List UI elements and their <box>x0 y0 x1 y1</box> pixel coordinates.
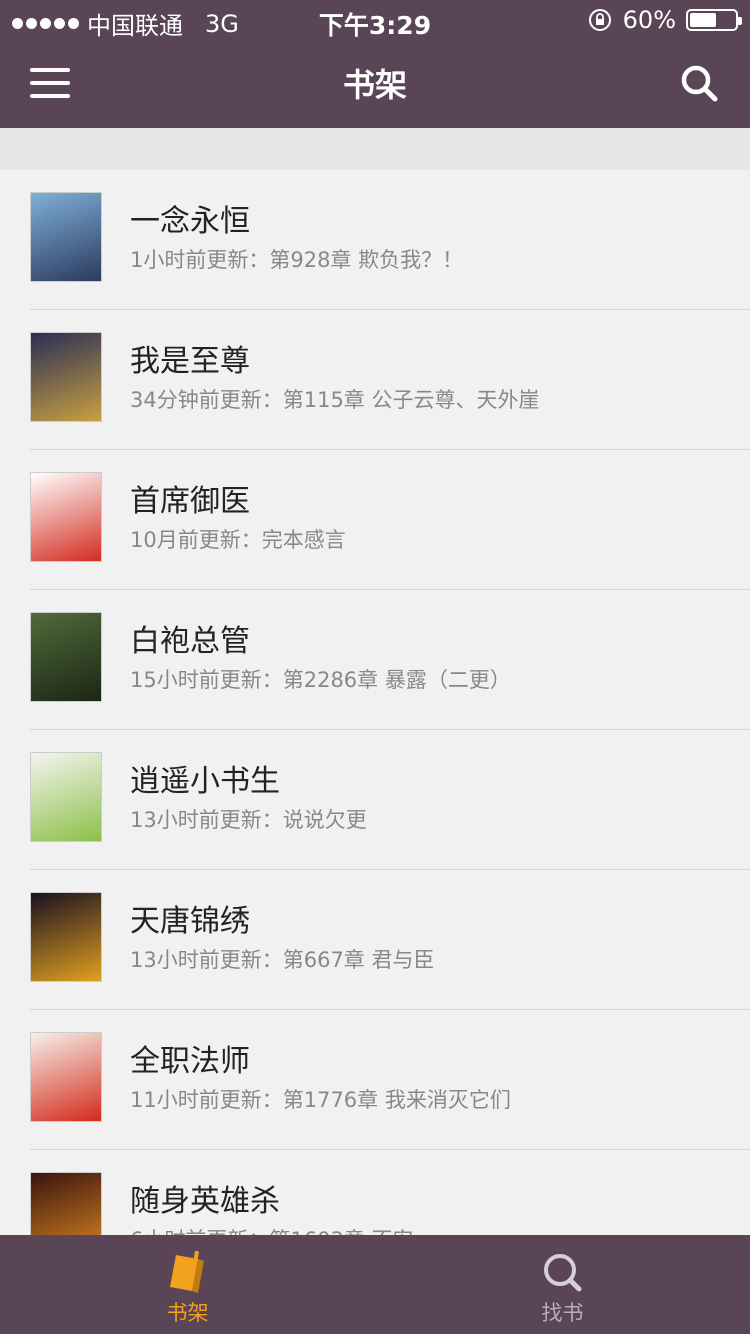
book-cover <box>30 612 102 702</box>
tab-bookshelf[interactable]: 书架 <box>0 1235 375 1334</box>
book-row[interactable]: 我是至尊 34分钟前更新：第115章 公子云尊、天外崖 <box>0 310 750 450</box>
battery-fill <box>690 13 717 27</box>
book-row[interactable]: 逍遥小书生 13小时前更新：说说欠更 <box>0 730 750 870</box>
book-cover <box>30 1032 102 1122</box>
book-update-info: 11小时前更新：第1776章 我来消灭它们 <box>130 1088 511 1112</box>
search-icon <box>539 1249 587 1297</box>
book-update-info: 15小时前更新：第2286章 暴露（二更） <box>130 668 511 692</box>
book-title: 随身英雄杀 <box>130 1184 280 1219</box>
book-row[interactable]: 白袍总管 15小时前更新：第2286章 暴露（二更） <box>0 590 750 730</box>
search-icon[interactable] <box>680 64 720 104</box>
book-title: 天唐锦绣 <box>130 904 250 939</box>
book-row[interactable]: 天唐锦绣 13小时前更新：第667章 君与臣 <box>0 870 750 1010</box>
tab-label: 找书 <box>541 1301 584 1325</box>
book-title: 全职法师 <box>130 1044 250 1079</box>
navigation-bar: 书架 <box>0 42 750 128</box>
book-cover <box>30 472 102 562</box>
status-bar: 中国联通 3G 下午3:29 60% <box>0 0 750 42</box>
tab-bar: 书架 找书 <box>0 1235 750 1334</box>
tab-find-books[interactable]: 找书 <box>375 1235 750 1334</box>
book-row[interactable]: 一念永恒 1小时前更新：第928章 欺负我？！ <box>0 170 750 310</box>
tab-label: 书架 <box>166 1301 209 1325</box>
book-title: 逍遥小书生 <box>130 764 280 799</box>
page-title: 书架 <box>342 66 407 104</box>
book-update-info: 34分钟前更新：第115章 公子云尊、天外崖 <box>130 388 540 412</box>
book-update-info: 6小时前更新：第1603章 不安 <box>130 1224 413 1235</box>
book-title: 白袍总管 <box>130 624 250 659</box>
book-update-info: 13小时前更新：第667章 君与臣 <box>130 948 435 972</box>
battery-icon <box>686 9 742 31</box>
book-row[interactable]: 随身英雄杀 6小时前更新：第1603章 不安 <box>0 1150 750 1235</box>
book-cover <box>30 892 102 982</box>
book-title: 首席御医 <box>130 484 250 519</box>
list-header-band <box>0 128 750 170</box>
book-cover <box>30 192 102 282</box>
book-update-info: 10月前更新：完本感言 <box>130 528 346 552</box>
book-update-info: 1小时前更新：第928章 欺负我？！ <box>130 248 464 272</box>
book-row[interactable]: 全职法师 11小时前更新：第1776章 我来消灭它们 <box>0 1010 750 1150</box>
book-row[interactable]: 首席御医 10月前更新：完本感言 <box>0 450 750 590</box>
book-update-info: 13小时前更新：说说欠更 <box>130 808 367 832</box>
bookshelf-list[interactable]: 一念永恒 1小时前更新：第928章 欺负我？！ 我是至尊 34分钟前更新：第11… <box>0 170 750 1235</box>
book-title: 一念永恒 <box>130 204 250 239</box>
book-cover <box>30 332 102 422</box>
battery-percent: 60% <box>622 6 676 34</box>
bookshelf-icon <box>164 1249 212 1297</box>
book-cover <box>30 752 102 842</box>
rotation-lock-icon <box>588 9 611 31</box>
status-right: 60% <box>587 6 742 34</box>
book-title: 我是至尊 <box>130 344 250 379</box>
book-cover <box>30 1172 102 1235</box>
